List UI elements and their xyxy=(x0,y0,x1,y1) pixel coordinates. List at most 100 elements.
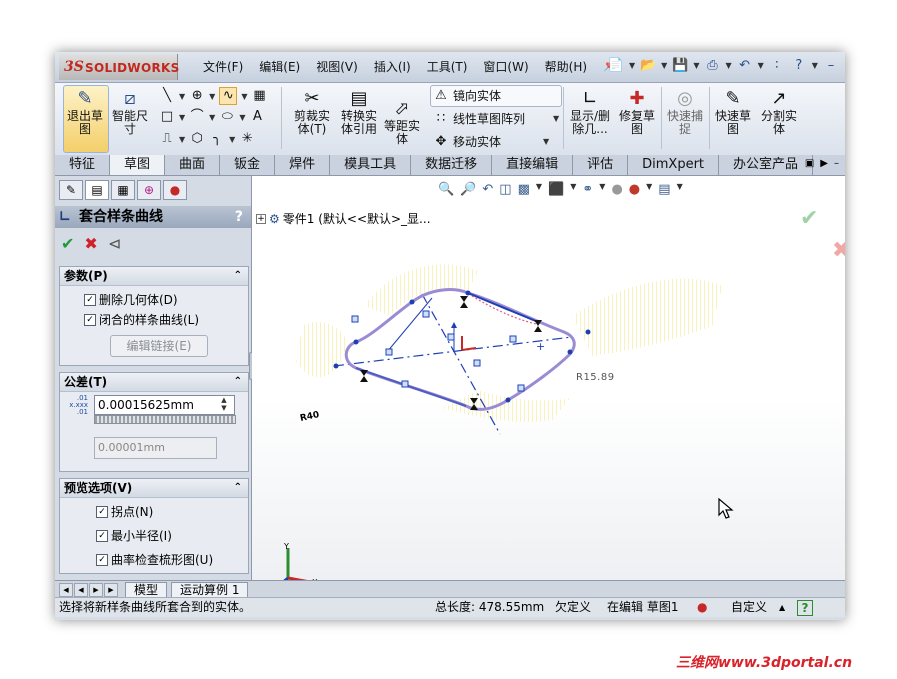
cancel-x-icon[interactable]: ✖ xyxy=(84,234,97,253)
line-icon[interactable]: ╲ xyxy=(159,88,175,104)
delete-geometry-checkbox[interactable]: ✓ 删除几何体(D) xyxy=(84,291,178,308)
graphics-area[interactable]: 🔍 🔎 ↶ ◫ ▩ ▼ ⬛ ▼ ⚭ ▼ ● ● ▼ ▤ ▼ + ⚙ 零件1 (默认<<默认… xyxy=(252,176,845,580)
tab-evaluate[interactable]: 评估 xyxy=(573,155,629,175)
fillet-icon[interactable]: ╮ xyxy=(209,131,225,147)
pattern-dropdown[interactable]: ▼ xyxy=(553,114,559,123)
spline-handle[interactable] xyxy=(422,310,430,318)
spline-handle[interactable] xyxy=(473,359,481,367)
first-tab-icon[interactable]: ◀ xyxy=(59,583,73,597)
mirror-entities-button[interactable]: ⚠ 镜向实体 xyxy=(433,87,501,104)
move-entities-button[interactable]: ✥ 移动实体 ▼ xyxy=(433,133,550,150)
save-dropdown[interactable]: ▼ xyxy=(693,61,699,70)
spline-point[interactable] xyxy=(409,299,415,305)
status-custom-units[interactable]: 自定义 xyxy=(731,598,767,617)
undo-dropdown[interactable]: ▼ xyxy=(758,61,764,70)
collapse-icon[interactable]: – xyxy=(834,158,839,169)
property-manager-tab-icon[interactable]: ▤ xyxy=(85,180,109,200)
spline-dropdown[interactable]: ▼ xyxy=(241,92,247,101)
open-icon[interactable]: 📂 xyxy=(639,56,657,74)
inflection-checkbox[interactable]: ✓ 拐点(N) xyxy=(96,503,153,520)
line-dropdown[interactable]: ▼ xyxy=(179,92,185,101)
rectangle-dropdown[interactable]: ▼ xyxy=(179,113,185,122)
tab-model[interactable]: 模型 xyxy=(125,582,168,598)
dimension-r15[interactable]: R15.89 xyxy=(576,372,615,383)
spline-handle[interactable] xyxy=(447,333,455,341)
tab-data-migration[interactable]: 数据迁移 xyxy=(411,155,493,175)
ellipse-dropdown[interactable]: ▼ xyxy=(239,113,245,122)
spline-point[interactable] xyxy=(353,339,359,345)
offset-entities-button[interactable]: ⬀ 等距实体 xyxy=(383,97,421,146)
sketch-line-bottom[interactable] xyxy=(355,367,467,407)
rectangle-icon[interactable]: □ xyxy=(159,109,175,125)
slot-icon[interactable]: ⎍ xyxy=(159,131,175,147)
arc-icon[interactable]: ⌒ xyxy=(189,109,205,125)
rapid-sketch-button[interactable]: ✎ 快速草图 xyxy=(713,87,753,136)
solidworks-logo[interactable]: 3S SOLIDWORKS xyxy=(59,54,179,80)
display-manager-tab-icon[interactable]: ● xyxy=(163,180,187,200)
restore-pane-icon[interactable]: ▣ xyxy=(805,158,814,169)
tab-sheet-metal[interactable]: 钣金 xyxy=(220,155,276,175)
arc-dropdown[interactable]: ▼ xyxy=(209,113,215,122)
spline-icon[interactable]: ∿ xyxy=(219,87,238,105)
menu-window[interactable]: 窗口(W) xyxy=(475,58,536,75)
spline-point[interactable] xyxy=(505,397,511,403)
slot-dropdown[interactable]: ▼ xyxy=(179,135,185,144)
split-entities-button[interactable]: ↗ 分割实体 xyxy=(759,87,799,136)
print-icon[interactable]: ⎙ xyxy=(703,56,721,74)
convert-entities-button[interactable]: ▤ 转换实体引用 xyxy=(337,87,381,136)
tolerance-slider[interactable] xyxy=(94,415,236,424)
tab-features[interactable]: 特征 xyxy=(55,155,111,175)
collapse-chevron-icon[interactable]: ⌃ xyxy=(234,479,242,497)
new-dropdown[interactable]: ▼ xyxy=(629,61,635,70)
parameters-header[interactable]: 参数(P) ⌃ xyxy=(60,267,248,286)
last-tab-icon[interactable]: ▶ xyxy=(104,583,118,597)
spline-handles[interactable] xyxy=(351,310,525,392)
tolerance-spinner[interactable]: ▲ ▼ xyxy=(218,396,230,412)
save-icon[interactable]: 💾 xyxy=(671,56,689,74)
menu-file[interactable]: 文件(F) xyxy=(195,58,251,75)
dimxpert-manager-tab-icon[interactable]: ⊕ xyxy=(137,180,161,200)
spline-point[interactable] xyxy=(567,349,573,355)
menu-tools[interactable]: 工具(T) xyxy=(419,58,476,75)
pushpin-icon[interactable]: ⊲ xyxy=(108,234,121,253)
print-dropdown[interactable]: ▼ xyxy=(725,61,731,70)
tab-sketch[interactable]: 草图 xyxy=(110,155,166,175)
spline-handle[interactable] xyxy=(351,315,359,323)
tab-direct-editing[interactable]: 直接编辑 xyxy=(492,155,574,175)
spline-handle[interactable] xyxy=(517,384,525,392)
show-delete-relations-button[interactable]: ∟ 显示/删除几... xyxy=(567,87,613,136)
fillet-dropdown[interactable]: ▼ xyxy=(229,135,235,144)
circle-dropdown[interactable]: ▼ xyxy=(209,92,215,101)
tolerance-header[interactable]: 公差(T) ⌃ xyxy=(60,373,248,392)
trim-button[interactable]: ✂ 剪裁实体(T) xyxy=(291,87,333,136)
spline-handle[interactable] xyxy=(385,348,393,356)
tab-office-products[interactable]: 办公室产品 xyxy=(719,155,814,175)
spline-handle[interactable] xyxy=(401,380,409,388)
rebuild-indicator-icon[interactable]: ● xyxy=(697,598,707,617)
help-icon[interactable]: ? xyxy=(790,56,808,74)
configuration-manager-tab-icon[interactable]: ▦ xyxy=(111,180,135,200)
tolerance-secondary-input[interactable]: 0.00001mm xyxy=(94,437,217,459)
tab-dimxpert[interactable]: DimXpert xyxy=(628,155,720,175)
status-help-icon[interactable]: ? xyxy=(797,600,813,616)
grid-icon[interactable]: ▦ xyxy=(251,88,267,104)
menu-help[interactable]: 帮助(H) xyxy=(537,58,595,75)
collapse-chevron-icon[interactable]: ⌃ xyxy=(234,267,242,285)
tab-motion-study[interactable]: 运动算例 1 xyxy=(171,582,249,598)
open-dropdown[interactable]: ▼ xyxy=(661,61,667,70)
edit-link-button[interactable]: 编辑链接(E) xyxy=(110,335,208,357)
undo-icon[interactable]: ↶ xyxy=(736,56,754,74)
tab-mold-tools[interactable]: 模具工具 xyxy=(330,155,412,175)
menu-view[interactable]: 视图(V) xyxy=(308,58,366,75)
spline-point[interactable] xyxy=(585,329,591,335)
spline-handle[interactable] xyxy=(509,335,517,343)
tab-surfaces[interactable]: 曲面 xyxy=(165,155,221,175)
quick-snap-button[interactable]: ◎ 快速捕捉 xyxy=(665,87,705,136)
closed-spline-checkbox[interactable]: ✓ 闭合的样条曲线(L) xyxy=(84,311,199,328)
min-radius-checkbox[interactable]: ✓ 最小半径(I) xyxy=(96,527,172,544)
linear-pattern-button[interactable]: ∷ 线性草图阵列 ▼ xyxy=(433,110,559,127)
tab-weldments[interactable]: 焊件 xyxy=(275,155,331,175)
ok-check-icon[interactable]: ✔ xyxy=(61,234,74,253)
spline-point[interactable] xyxy=(333,363,339,369)
smart-dimension-button[interactable]: ⧄ 智能尺寸 xyxy=(111,87,149,136)
